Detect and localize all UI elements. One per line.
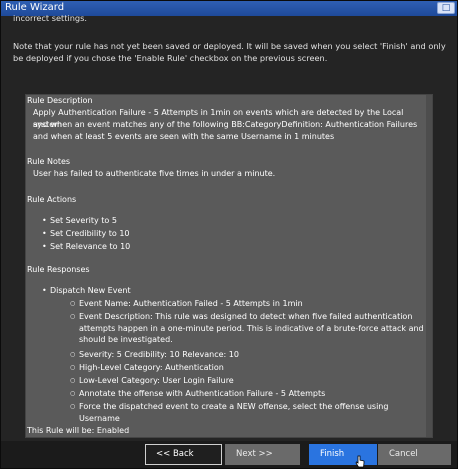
rule-responses-header: Rule Responses: [27, 265, 90, 274]
rule-summary-panel[interactable]: Rule Description Apply Authentication Fa…: [25, 94, 433, 438]
finish-button[interactable]: Finish: [309, 444, 377, 465]
save-note: Note that your rule has not yet been sav…: [13, 41, 446, 63]
response-detail: Annotate the offense with Authentication…: [70, 388, 424, 400]
response-detail: Low-Level Category: User Login Failure: [70, 375, 424, 387]
rule-actions-header: Rule Actions: [27, 195, 77, 204]
action-item: Set Relevance to 10: [42, 241, 130, 253]
response-detail: Event Description: This rule was designe…: [70, 311, 424, 346]
rule-status: This Rule will be: Enabled: [27, 426, 130, 435]
response-detail: Force the dispatched event to create a N…: [70, 401, 424, 424]
back-button[interactable]: << Back: [145, 444, 222, 465]
response-detail: High-Level Category: Authentication: [70, 362, 424, 374]
action-item: Set Credibility to 10: [42, 228, 129, 240]
scrollbar[interactable]: [426, 95, 432, 437]
response-detail: Severity: 5 Credibility: 10 Relevance: 1…: [70, 349, 424, 361]
rule-wizard-window: Rule Wizard □ incorrect settings. Note t…: [0, 0, 458, 469]
rule-notes-text: User has failed to authenticate five tim…: [33, 169, 276, 178]
rule-description-header: Rule Description: [27, 96, 93, 105]
cancel-button[interactable]: Cancel: [378, 444, 451, 465]
hand-cursor-icon: [355, 455, 365, 468]
rule-description-line: and when at least 5 events are seen with…: [33, 132, 335, 141]
next-button[interactable]: Next >>: [225, 444, 300, 465]
intro-cut-line: incorrect settings.: [13, 13, 87, 23]
rule-description-line: and when an event matches any of the fol…: [33, 120, 418, 129]
response-detail: Event Name: Authentication Failed - 5 At…: [70, 298, 424, 310]
close-icon[interactable]: □: [437, 2, 455, 14]
rule-notes-header: Rule Notes: [27, 157, 71, 166]
action-item: Set Severity to 5: [42, 215, 117, 227]
response-item: Dispatch New Event: [42, 285, 131, 297]
